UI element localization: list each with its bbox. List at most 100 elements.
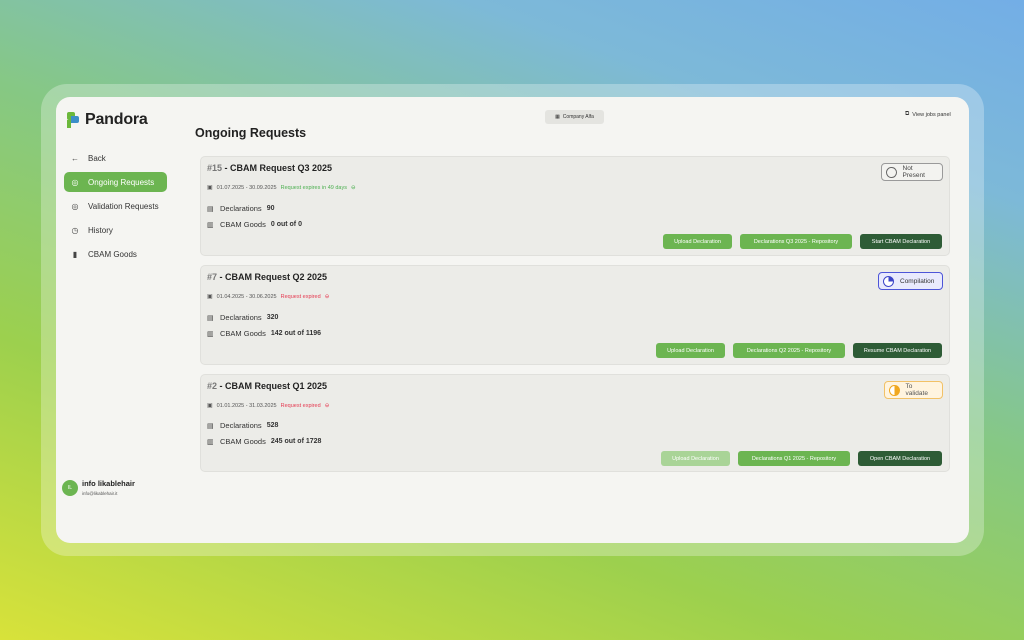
request-dates: 01.01.2025 - 31.03.2025 [216, 402, 277, 409]
sidebar-item-cbam-goods[interactable]: ▮ CBAM Goods [64, 244, 167, 264]
cbam-goods-stat: ▥ CBAM Goods 0 out of 0 [207, 220, 302, 229]
request-period: ▣ 01.04.2025 - 30.06.2025 Request expire… [207, 293, 330, 301]
cbam-goods-value: 142 out of 1196 [270, 330, 322, 337]
request-name: CBAM Request Q3 2025 [230, 163, 333, 173]
calendar-icon: ▣ [207, 294, 213, 300]
request-expiry: Request expires in 49 days [280, 184, 347, 191]
start-cbam-declaration-button[interactable]: Start CBAM Declaration [860, 234, 942, 249]
request-number: #2 [207, 381, 218, 391]
documents-icon: ▤ [207, 422, 214, 430]
request-actions: Upload Declaration Declarations Q2 2025 … [648, 343, 942, 358]
request-actions: Upload Declaration Declarations Q3 2025 … [655, 234, 942, 249]
request-expiry: Request expired [280, 402, 321, 409]
calendar-icon: ▣ [207, 403, 213, 409]
sidebar-nav: ← Back ◎ Ongoing Requests ◎ Validation R… [64, 148, 167, 268]
status-label: To validate [905, 383, 928, 397]
user-profile[interactable]: IL info likablehair info@likablehair.it [62, 479, 135, 496]
request-expiry: Request expired [280, 293, 321, 300]
sidebar-item-ongoing-requests[interactable]: ◎ Ongoing Requests [64, 172, 167, 192]
upload-declaration-button[interactable]: Upload Declaration [663, 234, 732, 249]
upload-declaration-button[interactable]: Upload Declaration [656, 343, 725, 358]
request-title: #7 - CBAM Request Q2 2025 [207, 272, 328, 282]
upload-declaration-button[interactable]: Upload Declaration [661, 451, 730, 466]
request-number: #15 [207, 163, 223, 173]
request-name: CBAM Request Q1 2025 [225, 381, 328, 391]
status-label: Not Present [902, 165, 925, 179]
view-jobs-panel-label: View jobs panel [912, 111, 951, 118]
expiry-link-icon: ⊖ [324, 293, 330, 300]
cbam-goods-stat: ▥ CBAM Goods 142 out of 1196 [207, 329, 321, 338]
status-label: Compilation [900, 277, 935, 285]
status-empty-circle-icon [886, 166, 897, 178]
view-jobs-panel-link[interactable]: ⧉ View jobs panel [905, 111, 951, 118]
sidebar-item-validation-requests[interactable]: ◎ Validation Requests [64, 196, 167, 216]
check-circle-icon: ◎ [71, 177, 79, 187]
declarations-label: Declarations [220, 313, 262, 322]
declarations-stat: ▤ Declarations 320 [207, 313, 278, 322]
archive-icon: ▥ [207, 330, 214, 338]
documents-icon: ▤ [207, 314, 214, 322]
user-email: info@likablehair.it [82, 491, 118, 496]
expiry-link-icon: ⊖ [324, 402, 330, 409]
archive-icon: ▥ [207, 221, 214, 229]
company-selector-button[interactable]: ▦ Company Alfa [545, 110, 604, 124]
company-selector-label: Company Alfa [562, 114, 594, 120]
history-icon: ◷ [71, 225, 79, 235]
status-pie-icon [883, 275, 894, 287]
status-badge: Not Present [881, 163, 943, 181]
book-icon: ▮ [72, 249, 78, 259]
sidebar-item-label: CBAM Goods [88, 249, 137, 259]
request-name: CBAM Request Q2 2025 [225, 272, 328, 282]
request-dates: 01.04.2025 - 30.06.2025 [216, 293, 277, 300]
documents-icon: ▤ [207, 205, 214, 213]
cbam-goods-label: CBAM Goods [220, 437, 266, 446]
status-half-circle-icon [889, 384, 900, 396]
calendar-icon: ▣ [207, 185, 213, 191]
request-card: #2 - CBAM Request Q1 2025 ▣ 01.01.2025 -… [200, 374, 950, 472]
request-period: ▣ 01.01.2025 - 31.03.2025 Request expire… [207, 402, 330, 410]
declarations-value: 90 [266, 205, 275, 212]
sidebar-item-label: Ongoing Requests [88, 177, 155, 187]
request-dates: 01.07.2025 - 30.09.2025 [216, 184, 277, 191]
cbam-goods-stat: ▥ CBAM Goods 245 out of 1728 [207, 437, 321, 446]
cbam-goods-value: 245 out of 1728 [270, 438, 322, 445]
page-title: Ongoing Requests [195, 126, 307, 140]
app-logo: Pandora [65, 111, 148, 129]
open-cbam-declaration-button[interactable]: Open CBAM Declaration [858, 451, 942, 466]
expiry-link-icon: ⊖ [350, 184, 356, 191]
declarations-stat: ▤ Declarations 90 [207, 204, 274, 213]
sidebar-item-history[interactable]: ◷ History [64, 220, 167, 240]
request-title: #2 - CBAM Request Q1 2025 [207, 381, 328, 391]
user-name: info likablehair [82, 479, 135, 488]
status-badge: To validate [884, 381, 943, 399]
declarations-label: Declarations [220, 421, 262, 430]
avatar: IL [62, 479, 78, 496]
declarations-repository-button[interactable]: Declarations Q3 2025 - Repository [740, 234, 852, 249]
sidebar-item-label: Back [88, 153, 106, 163]
declarations-repository-button[interactable]: Declarations Q1 2025 - Repository [738, 451, 850, 466]
request-title: #15 - CBAM Request Q3 2025 [207, 163, 333, 173]
sidebar-item-back[interactable]: ← Back [64, 148, 167, 168]
sidebar-item-label: Validation Requests [88, 201, 159, 211]
archive-icon: ▥ [207, 438, 214, 446]
resume-cbam-declaration-button[interactable]: Resume CBAM Declaration [853, 343, 942, 358]
status-badge: Compilation [878, 272, 943, 290]
building-icon: ▦ [555, 114, 560, 120]
request-card: #7 - CBAM Request Q2 2025 ▣ 01.04.2025 -… [200, 265, 950, 365]
cbam-goods-label: CBAM Goods [220, 220, 266, 229]
cbam-goods-value: 0 out of 0 [270, 221, 302, 228]
declarations-label: Declarations [220, 204, 262, 213]
cbam-goods-label: CBAM Goods [220, 329, 266, 338]
declarations-stat: ▤ Declarations 528 [207, 421, 278, 430]
jobs-panel-icon: ⧉ [905, 111, 910, 117]
request-period: ▣ 01.07.2025 - 30.09.2025 Request expire… [207, 184, 356, 192]
request-number: #7 [207, 272, 218, 282]
arrow-left-icon: ← [71, 153, 79, 163]
sidebar-item-label: History [88, 225, 113, 235]
request-card: #15 - CBAM Request Q3 2025 ▣ 01.07.2025 … [200, 156, 950, 256]
declarations-repository-button[interactable]: Declarations Q2 2025 - Repository [733, 343, 845, 358]
check-circle-icon: ◎ [71, 201, 79, 211]
app-window: Pandora ← Back ◎ Ongoing Requests ◎ Vali… [56, 97, 969, 543]
declarations-value: 528 [266, 422, 279, 429]
declarations-value: 320 [266, 314, 279, 321]
